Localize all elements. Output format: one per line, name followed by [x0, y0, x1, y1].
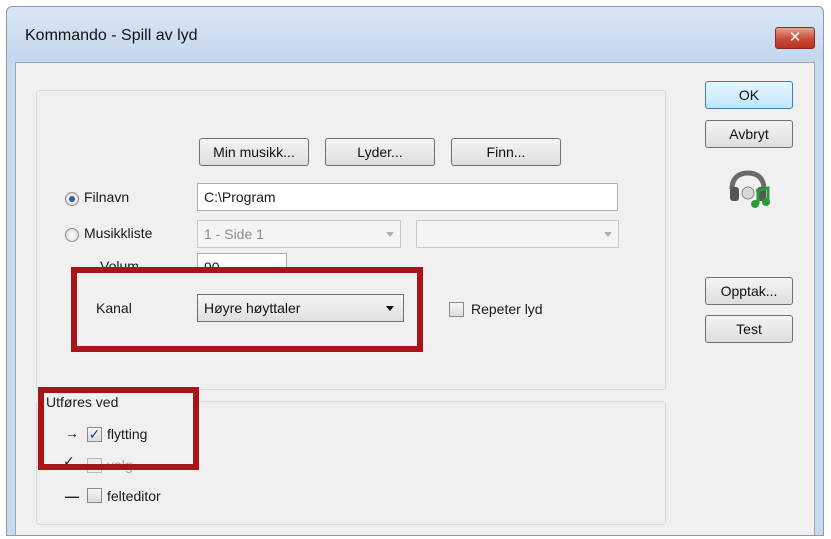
test-button[interactable]: Test	[705, 315, 793, 343]
speaker-music-icon	[726, 167, 774, 215]
chevron-down-icon	[604, 232, 612, 237]
playlist-select[interactable]: 1 - Side 1	[197, 220, 401, 248]
repeat-label: Repeter lyd	[471, 301, 543, 317]
field-editor-checkbox[interactable]	[87, 488, 102, 503]
dash-icon: —	[65, 488, 79, 504]
filename-label: Filnavn	[84, 189, 130, 205]
sounds-button[interactable]: Lyder...	[325, 138, 435, 166]
playlist-select-value: 1 - Side 1	[204, 226, 264, 242]
cancel-button[interactable]: Avbryt	[705, 120, 793, 148]
close-icon: ✕	[788, 29, 802, 46]
record-button[interactable]: Opptak...	[705, 277, 793, 305]
channel-highlight-frame	[71, 267, 423, 352]
close-button[interactable]: ✕	[775, 27, 815, 49]
filename-input[interactable]: C:\Program	[197, 183, 618, 211]
dialog-window: Kommando - Spill av lyd ✕ Min musikk... …	[6, 6, 824, 536]
dialog-client-area: Min musikk... Lyder... Finn... Filnavn C…	[15, 62, 815, 535]
playlist-label: Musikkliste	[84, 225, 153, 241]
chevron-down-icon	[386, 232, 394, 237]
playlist-radio[interactable]	[65, 228, 79, 242]
field-editor-label: felteditor	[107, 488, 161, 504]
trigger-highlight-frame	[38, 387, 199, 470]
find-button[interactable]: Finn...	[451, 138, 561, 166]
filename-radio[interactable]	[65, 192, 79, 206]
repeat-checkbox[interactable]	[449, 302, 464, 317]
window-title: Kommando - Spill av lyd	[25, 27, 198, 44]
ok-button[interactable]: OK	[705, 81, 793, 109]
title-bar[interactable]: Kommando - Spill av lyd ✕	[7, 7, 823, 62]
playlist-side-select[interactable]	[416, 220, 619, 248]
my-music-button[interactable]: Min musikk...	[199, 138, 309, 166]
